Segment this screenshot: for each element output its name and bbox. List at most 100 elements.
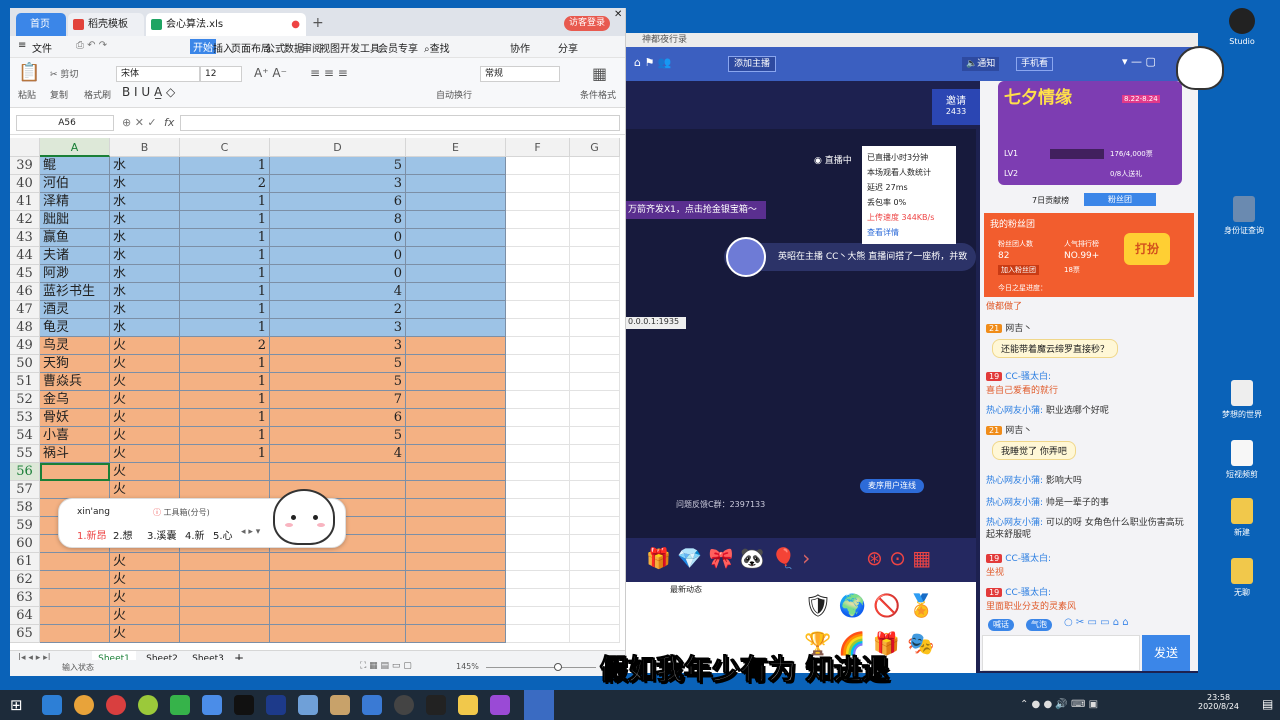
column-header-G[interactable]: G xyxy=(570,138,620,157)
cell-A47[interactable]: 酒灵 xyxy=(40,301,110,319)
cell-E55[interactable] xyxy=(406,445,506,463)
cell-A61[interactable] xyxy=(40,553,110,571)
cell-D53[interactable]: 6 xyxy=(270,409,406,427)
cell-E61[interactable] xyxy=(406,553,506,571)
ime-candidate-2[interactable]: 2.想 xyxy=(113,527,133,542)
row-header[interactable]: 47 xyxy=(10,301,40,319)
formula-confirm-icons[interactable]: ⊕ ✕ ✓ xyxy=(122,116,157,129)
row-header[interactable]: 54 xyxy=(10,427,40,445)
view-mode-icons[interactable]: ⛶ ▦ ▤ ▭ ▢ xyxy=(360,661,412,671)
row-header[interactable]: 57 xyxy=(10,481,40,499)
cell-A65[interactable] xyxy=(40,625,110,643)
row-header[interactable]: 40 xyxy=(10,175,40,193)
capcut-icon[interactable] xyxy=(426,695,446,715)
cell-F64[interactable] xyxy=(506,607,570,625)
cell-A64[interactable] xyxy=(40,607,110,625)
cell-C65[interactable] xyxy=(180,625,270,643)
cell-G64[interactable] xyxy=(570,607,620,625)
cell-C53[interactable]: 1 xyxy=(180,409,270,427)
login-button[interactable]: 访客登录 xyxy=(564,16,611,31)
cell-G63[interactable] xyxy=(570,589,620,607)
cell-B57[interactable]: 火 xyxy=(110,481,180,499)
cell-E64[interactable] xyxy=(406,607,506,625)
cell-E58[interactable] xyxy=(406,499,506,517)
row-header[interactable]: 50 xyxy=(10,355,40,373)
row-header[interactable]: 60 xyxy=(10,535,40,553)
add-host-button[interactable]: 添加主播 xyxy=(728,56,777,72)
cell-F61[interactable] xyxy=(506,553,570,571)
cell-E62[interactable] xyxy=(406,571,506,589)
cell-D48[interactable]: 3 xyxy=(270,319,406,337)
app-icon[interactable] xyxy=(490,695,510,715)
cell-F45[interactable] xyxy=(506,265,570,283)
ime-candidate-5[interactable]: 5.心 xyxy=(213,527,233,542)
close-tab-icon[interactable]: ● xyxy=(291,13,300,36)
cell-B65[interactable]: 火 xyxy=(110,625,180,643)
cell-E40[interactable] xyxy=(406,175,506,193)
cell-D52[interactable]: 7 xyxy=(270,391,406,409)
column-header-E[interactable]: E xyxy=(406,138,506,157)
desktop-icon-new[interactable]: 新建 xyxy=(1212,498,1272,538)
cell-F44[interactable] xyxy=(506,247,570,265)
cell-F62[interactable] xyxy=(506,571,570,589)
row-header[interactable]: 53 xyxy=(10,409,40,427)
effect-icons[interactable]: ⊛ ⊙ ▦ xyxy=(866,546,931,570)
cell-E41[interactable] xyxy=(406,193,506,211)
stats-details-link[interactable]: 查看详情 xyxy=(867,225,951,240)
cell-A57[interactable] xyxy=(40,481,110,499)
cell-A56[interactable] xyxy=(40,463,110,481)
row-header[interactable]: 46 xyxy=(10,283,40,301)
ime-candidate-1[interactable]: 1.新昂 xyxy=(77,527,107,542)
ime-candidate-3[interactable]: 3.溪囊 xyxy=(147,527,177,542)
cut-button[interactable]: ✂ 剪切 xyxy=(50,67,78,80)
cell-D49[interactable]: 3 xyxy=(270,337,406,355)
chat-username[interactable]: 热心网友小蒲: xyxy=(986,406,1043,416)
cell-D64[interactable] xyxy=(270,607,406,625)
cell-E59[interactable] xyxy=(406,517,506,535)
cell-G59[interactable] xyxy=(570,517,620,535)
clock[interactable]: 23:58 2020/8/24 xyxy=(1198,693,1239,711)
cell-A53[interactable]: 骨妖 xyxy=(40,409,110,427)
ime-toolbox[interactable]: ⓘ 工具箱(分号) xyxy=(153,507,210,518)
column-header-D[interactable]: D xyxy=(270,138,406,157)
invite-panel[interactable]: 邀请 2433 xyxy=(932,89,980,125)
cell-E46[interactable] xyxy=(406,283,506,301)
row-header[interactable]: 45 xyxy=(10,265,40,283)
tab-home[interactable]: 首页 xyxy=(16,13,66,36)
gift-icons[interactable]: 🎁 💎 🎀 🐼 🎈 › xyxy=(646,546,810,570)
desktop-icon-id-query[interactable]: 身份证查询 xyxy=(1214,196,1274,236)
cell-D47[interactable]: 2 xyxy=(270,301,406,319)
network-icon[interactable] xyxy=(202,695,222,715)
menu-item-formulas[interactable]: 公式 xyxy=(265,40,285,55)
column-header-C[interactable]: C xyxy=(180,138,270,157)
column-header-B[interactable]: B xyxy=(110,138,180,157)
chat-message-user[interactable]: 21 网吉丶 xyxy=(986,423,1032,436)
cell-B41[interactable]: 水 xyxy=(110,193,180,211)
cell-B51[interactable]: 火 xyxy=(110,373,180,391)
cell-A45[interactable]: 阿渺 xyxy=(40,265,110,283)
row-header[interactable]: 61 xyxy=(10,553,40,571)
edge-icon[interactable] xyxy=(42,695,62,715)
cell-E57[interactable] xyxy=(406,481,506,499)
obs-taskbar-icon[interactable] xyxy=(394,695,414,715)
cell-C51[interactable]: 1 xyxy=(180,373,270,391)
chrome-icon[interactable] xyxy=(74,695,94,715)
cell-G39[interactable] xyxy=(570,157,620,175)
promo-banner[interactable]: 万箭齐发X1，点击抢金银宝箱～ xyxy=(626,201,766,219)
row-header[interactable]: 64 xyxy=(10,607,40,625)
fan-club-card[interactable]: 我的粉丝团 粉丝团人数 82 人气排行榜 NO.99+ 加入粉丝团 18票 打扮… xyxy=(984,213,1194,297)
cell-A39[interactable]: 鲲 xyxy=(40,157,110,175)
cell-C61[interactable] xyxy=(180,553,270,571)
cell-E49[interactable] xyxy=(406,337,506,355)
desktop-icon-dream-world[interactable]: 梦想的世界 xyxy=(1212,380,1272,420)
cell-E53[interactable] xyxy=(406,409,506,427)
cell-A40[interactable]: 河伯 xyxy=(40,175,110,193)
format-painter-button[interactable]: 格式刷 xyxy=(84,88,111,101)
cell-A42[interactable]: 胐胐 xyxy=(40,211,110,229)
cell-C43[interactable]: 1 xyxy=(180,229,270,247)
cell-G44[interactable] xyxy=(570,247,620,265)
cell-E56[interactable] xyxy=(406,463,506,481)
cell-B48[interactable]: 水 xyxy=(110,319,180,337)
cell-B63[interactable]: 火 xyxy=(110,589,180,607)
cell-G62[interactable] xyxy=(570,571,620,589)
